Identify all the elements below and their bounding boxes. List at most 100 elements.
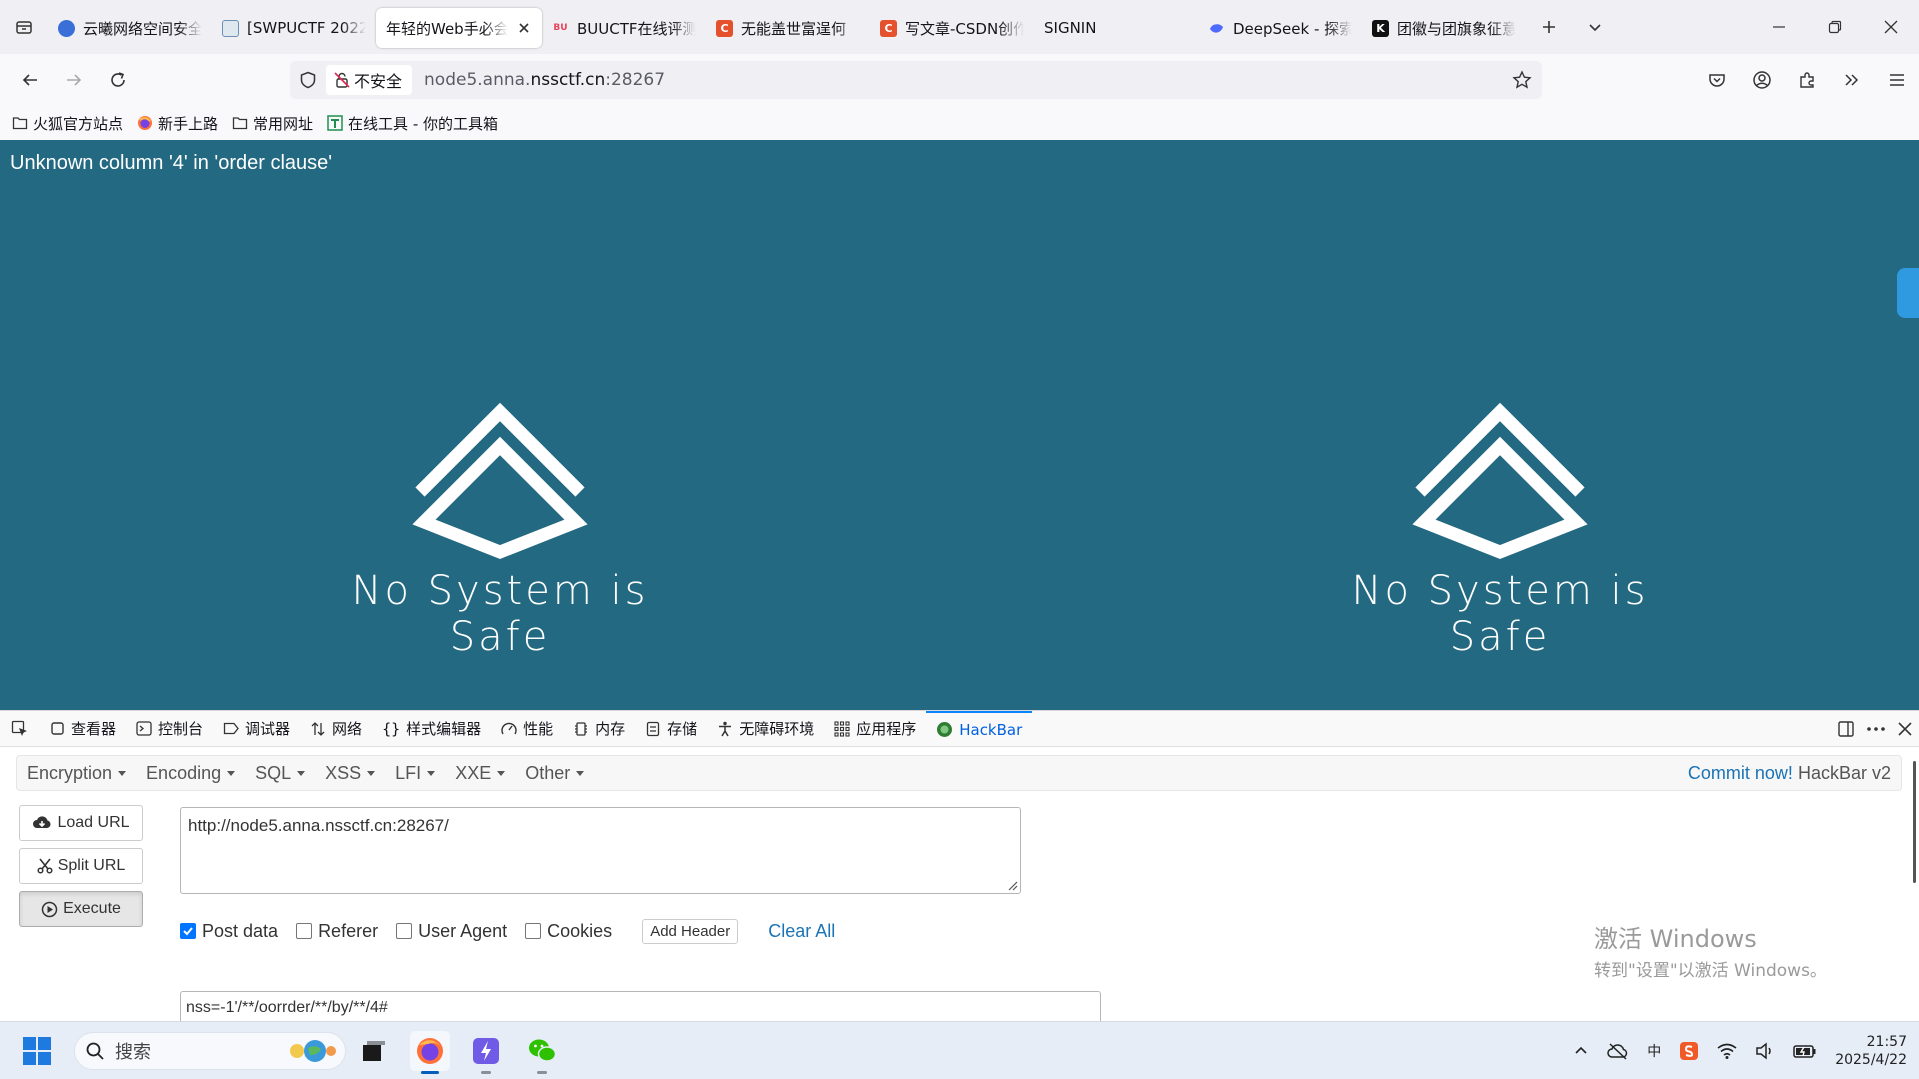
tab-title: BUUCTF在线评测 [577, 19, 696, 38]
taskbar-task-view[interactable] [354, 1031, 394, 1071]
minimize-button[interactable] [1751, 0, 1807, 54]
taskbar-search-box[interactable]: 搜索 [74, 1032, 346, 1070]
devtools-tab-performance[interactable]: 性能 [491, 711, 563, 747]
menu-xss[interactable]: XSS [315, 763, 385, 784]
dock-side-icon[interactable] [1837, 720, 1855, 738]
menu-other[interactable]: Other [515, 763, 594, 784]
volume-icon[interactable] [1755, 1042, 1775, 1060]
k-favicon-icon: K [1372, 19, 1389, 37]
reload-button[interactable] [96, 60, 140, 100]
url-bar[interactable]: 不安全 node5.anna.nssctf.cn:28267 [290, 61, 1542, 99]
devtools-tab-style-editor[interactable]: {} 样式编辑器 [372, 711, 491, 747]
list-all-tabs-button[interactable] [1572, 0, 1618, 54]
load-url-button[interactable]: Load URL [19, 805, 143, 841]
ime-indicator[interactable]: 中 [1647, 1041, 1661, 1061]
taskbar-wechat[interactable] [522, 1031, 562, 1074]
devtools-tab-network[interactable]: 网络 [300, 711, 372, 747]
insecure-connection-indicator[interactable]: 不安全 [326, 65, 413, 95]
url-text[interactable]: node5.anna.nssctf.cn:28267 [424, 70, 665, 90]
option-referer[interactable]: Referer [296, 921, 378, 942]
chevron-up-logo-icon [1412, 402, 1588, 559]
hackbar-version: Commit now! HackBar v2 [1688, 763, 1891, 784]
bookmark-star-button[interactable] [1512, 70, 1532, 94]
more-options-icon[interactable] [1865, 720, 1887, 738]
menu-encryption[interactable]: Encryption [17, 763, 136, 784]
devtools-tab-application[interactable]: 应用程序 [824, 711, 926, 747]
tab-7[interactable]: DeepSeek - 探索 [1198, 8, 1362, 48]
start-button[interactable] [22, 1036, 52, 1070]
menu-lfi[interactable]: LFI [385, 763, 445, 784]
wifi-icon[interactable] [1717, 1042, 1737, 1060]
bookmark-item[interactable]: 新手上路 [137, 113, 218, 134]
tab-5[interactable]: C 写文章-CSDN创作 [870, 8, 1034, 48]
execute-button[interactable]: Execute [19, 891, 143, 927]
cloud-offline-icon[interactable] [1607, 1042, 1629, 1060]
menu-xxe[interactable]: XXE [445, 763, 515, 784]
taskbar-app-purple[interactable] [466, 1031, 506, 1074]
checkbox-checked-icon[interactable] [180, 923, 196, 939]
chevron-up-icon[interactable] [1573, 1043, 1589, 1059]
menu-encoding[interactable]: Encoding [136, 763, 245, 784]
sogou-input-icon[interactable] [1679, 1041, 1699, 1061]
tab-list-button[interactable] [0, 0, 48, 54]
tab-2-active[interactable]: 年轻的Web手必会 [376, 8, 542, 48]
element-picker-button[interactable] [0, 711, 40, 747]
battery-charging-icon[interactable] [1793, 1043, 1817, 1059]
app-menu-button[interactable] [1874, 60, 1919, 100]
button-label: Execute [63, 900, 121, 917]
devtools-tab-hackbar[interactable]: HackBar [926, 710, 1033, 747]
tab-4[interactable]: C 无能盖世富逞何 [706, 8, 870, 48]
back-button[interactable] [8, 60, 52, 100]
checkbox-icon[interactable] [296, 923, 313, 939]
devtools-tab-storage[interactable]: 存储 [635, 711, 707, 747]
option-user-agent[interactable]: User Agent [396, 921, 507, 942]
insecure-label: 不安全 [354, 72, 403, 91]
checkbox-icon[interactable] [525, 923, 542, 939]
new-tab-button[interactable] [1526, 0, 1572, 54]
commit-now-link[interactable]: Commit now! [1688, 763, 1793, 783]
resize-grip-icon[interactable] [1006, 879, 1018, 891]
split-url-button[interactable]: Split URL [19, 848, 143, 884]
account-button[interactable] [1739, 60, 1784, 100]
menu-sql[interactable]: SQL [245, 763, 315, 784]
tab-0[interactable]: 云曦网络空间安全 [48, 8, 212, 48]
system-clock[interactable]: 21:57 2025/4/22 [1835, 1033, 1907, 1069]
overflow-button[interactable] [1829, 60, 1874, 100]
pocket-button[interactable] [1694, 60, 1739, 100]
devtools-tab-console[interactable]: 控制台 [126, 711, 213, 747]
option-cookies[interactable]: Cookies [525, 921, 612, 942]
debugger-icon [223, 722, 239, 735]
tab-8[interactable]: K 团徽与团旗象征意 [1362, 8, 1526, 48]
devtools-tab-label: 性能 [523, 720, 554, 738]
restore-button[interactable] [1807, 0, 1863, 54]
logo-right: No System is Safe [1300, 402, 1700, 660]
bookmark-item[interactable]: 火狐官方站点 [12, 113, 123, 134]
post-data-input[interactable]: nss=-1'/**/oorrder/**/by/**/4# [180, 991, 1101, 1025]
lightning-app-icon [473, 1038, 499, 1064]
tab-3[interactable]: BU BUUCTF在线评测 [542, 8, 706, 48]
bookmark-item[interactable]: 在线工具 - 你的工具箱 [327, 113, 498, 134]
tab-1[interactable]: [SWPUCTF 2022 [212, 8, 376, 48]
bookmark-item[interactable]: 常用网址 [232, 113, 313, 134]
tab-6[interactable]: SIGNIN [1034, 8, 1198, 48]
page-content: Unknown column '4' in 'order clause' No … [0, 140, 1919, 710]
option-post-data[interactable]: Post data [180, 921, 278, 942]
taskbar-firefox[interactable] [410, 1031, 450, 1074]
devtools-tab-accessibility[interactable]: 无障碍环境 [707, 711, 824, 747]
url-textarea[interactable]: http://node5.anna.nssctf.cn:28267/ [180, 807, 1021, 894]
close-window-button[interactable] [1863, 0, 1919, 54]
devtools-tab-inspector[interactable]: 查看器 [40, 711, 126, 747]
forward-button[interactable] [52, 60, 96, 100]
checkbox-icon[interactable] [396, 923, 413, 939]
tab-close-icon[interactable] [516, 20, 532, 36]
devtools-tab-debugger[interactable]: 调试器 [213, 711, 300, 747]
side-widget-tab[interactable] [1897, 268, 1919, 318]
devtools-scrollbar[interactable] [1913, 761, 1916, 883]
devtools-tab-memory[interactable]: 内存 [563, 711, 635, 747]
add-header-button[interactable]: Add Header [642, 918, 739, 944]
extensions-button[interactable] [1784, 60, 1829, 100]
clear-all-link[interactable]: Clear All [768, 921, 835, 942]
tracking-protection-button[interactable] [290, 61, 326, 99]
menu-label: SQL [255, 762, 292, 783]
close-devtools-icon[interactable] [1897, 721, 1913, 737]
